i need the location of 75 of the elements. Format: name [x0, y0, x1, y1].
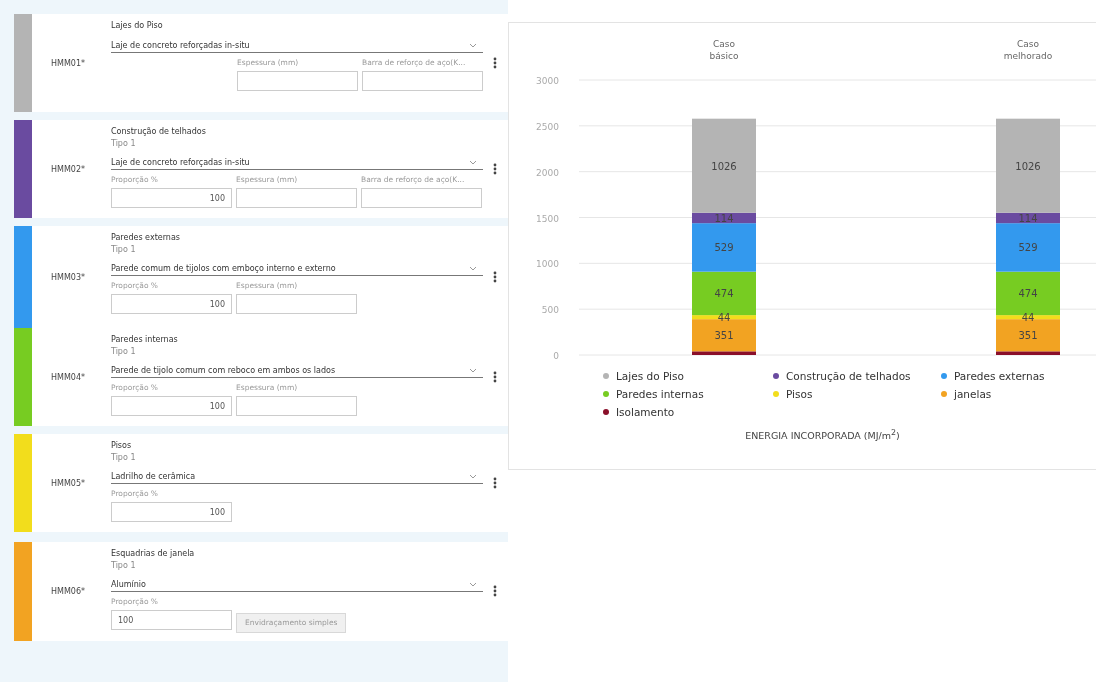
element-title: Lajes do Piso — [111, 20, 164, 32]
data-label: 474 — [1018, 288, 1038, 300]
material-select[interactable]: Laje de concreto reforçadas in-situ — [111, 155, 483, 170]
element-code: HMM02* — [50, 163, 86, 176]
material-select[interactable]: Parede de tijolo comum com reboco em ambos os lados — [111, 363, 483, 378]
element-type: Tipo 1 — [111, 346, 137, 357]
legend-label[interactable]: Pisos — [786, 388, 813, 400]
caret-icon — [469, 265, 477, 271]
more-icon[interactable] — [493, 585, 497, 598]
legend-label[interactable]: Paredes internas — [616, 388, 704, 400]
input-field[interactable]: 100 — [111, 502, 232, 522]
input-field[interactable] — [361, 188, 482, 208]
material-select[interactable]: Parede comum de tijolos com emboço interno e externo — [111, 261, 483, 276]
more-icon[interactable] — [493, 57, 497, 69]
element-code: HMM04* — [50, 371, 86, 384]
more-icon[interactable] — [493, 271, 497, 283]
input-field[interactable] — [237, 71, 358, 91]
axis-tick-label: 2500 — [536, 121, 559, 132]
element-type: Tipo 1 — [111, 452, 137, 463]
data-label: 44 — [1021, 312, 1035, 324]
input-field[interactable]: 100 — [111, 188, 232, 208]
material-select[interactable]: Ladrilho de cerâmica — [111, 469, 483, 484]
caret-icon — [469, 42, 477, 48]
input-field[interactable]: 100 — [111, 294, 232, 314]
caret-icon — [469, 159, 477, 165]
material-select[interactable]: Alumínio — [111, 577, 483, 592]
input-field[interactable] — [236, 396, 357, 416]
axis-tick-label: 500 — [541, 305, 559, 316]
axis-tick-label: 3000 — [536, 76, 559, 86]
more-icon[interactable] — [493, 477, 497, 489]
legend-label[interactable]: janelas — [954, 388, 992, 400]
element-type: Tipo 1 — [111, 560, 137, 571]
input-field[interactable] — [236, 188, 357, 208]
data-label: 114 — [714, 212, 734, 224]
data-label: 114 — [1018, 212, 1038, 224]
data-label: 44 — [717, 312, 731, 324]
material-select[interactable]: Laje de concreto reforçadas in-situ — [111, 38, 483, 53]
data-label: 1026 — [711, 160, 737, 172]
element-title: Construção de telhados — [111, 126, 207, 138]
data-label: 1026 — [1015, 160, 1041, 172]
legend-label[interactable]: Isolamento — [616, 406, 675, 418]
axis-tick-label: 0 — [553, 351, 559, 361]
caret-icon — [469, 367, 477, 373]
data-label: 351 — [1018, 330, 1038, 342]
data-label: 529 — [1018, 242, 1038, 254]
category-label: Caso melhorado — [1003, 39, 1053, 61]
element-code: HMM06* — [50, 585, 86, 598]
axis-tick-label: 1500 — [536, 213, 559, 224]
legend-label[interactable]: Paredes externas — [954, 370, 1045, 382]
caret-icon — [469, 473, 477, 479]
element-title: Paredes externas — [111, 232, 181, 244]
element-title: Esquadrias de janela — [111, 548, 196, 560]
legend-label[interactable]: Construção de telhados — [786, 370, 911, 382]
input-field[interactable] — [362, 71, 483, 91]
element-code: HMM03* — [50, 271, 86, 284]
input-field[interactable] — [236, 294, 357, 314]
data-label: 474 — [714, 288, 734, 300]
category-label: Caso básico — [709, 39, 739, 61]
input-field[interactable]: 100 — [111, 396, 232, 416]
caret-icon — [469, 581, 477, 587]
data-label: 351 — [714, 330, 734, 342]
more-icon[interactable] — [493, 371, 497, 383]
axis-tick-label: 2000 — [536, 167, 559, 178]
element-title: Paredes internas — [111, 334, 179, 346]
more-icon[interactable] — [493, 163, 497, 175]
element-type: Tipo 1 — [111, 138, 137, 149]
element-code: HMM05* — [50, 477, 86, 490]
chart-title: ENERGIA INCORPORADA (MJ/m$^{2}$) — [744, 428, 901, 442]
axis-tick-label: 1000 — [536, 259, 559, 270]
element-code: HMM01* — [50, 57, 86, 70]
legend-label[interactable]: Lajes do Piso — [616, 370, 684, 382]
input-field[interactable]: 100 — [111, 610, 232, 630]
element-title: Pisos — [111, 440, 133, 452]
element-type: Tipo 1 — [111, 244, 137, 255]
data-label: 529 — [714, 242, 734, 254]
